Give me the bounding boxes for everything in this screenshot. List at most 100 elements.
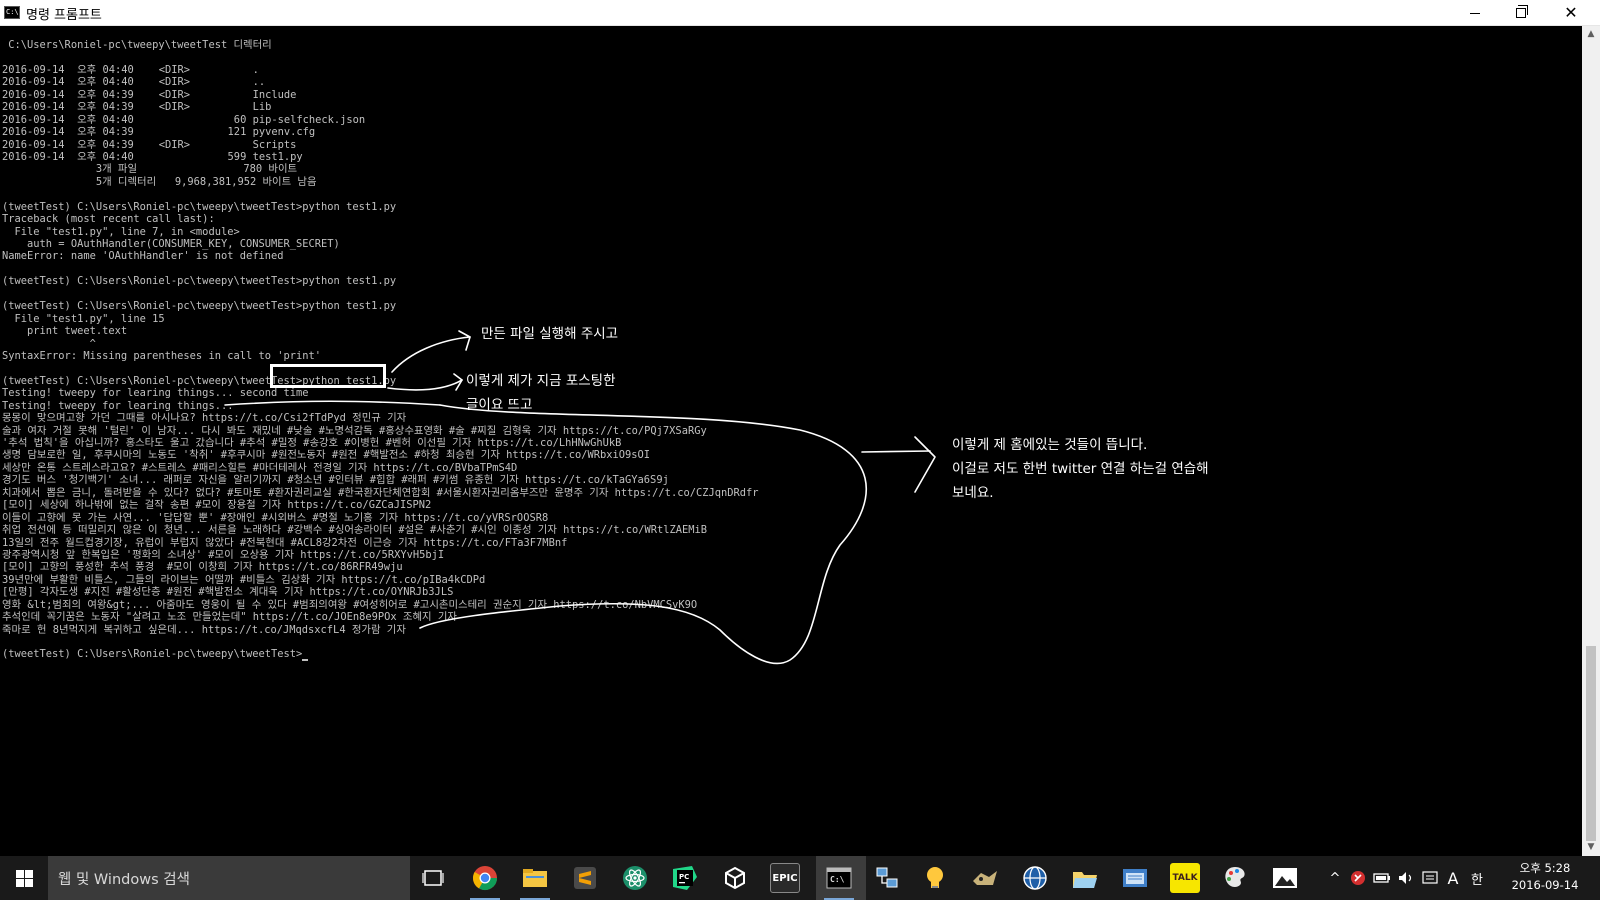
console-line: 생명 담보로한 일, 후쿠시마의 노동도 '착취' #후쿠시마 #원전노동자 #… (2, 449, 651, 462)
console-line: 13일의 전주 월드컵경기장, 유럽이 부럽지 않았다 #전북현대 #ACL8강… (2, 536, 568, 549)
text-cursor (302, 658, 309, 661)
console-line: 영화 &lt;범죄의 여왕&gt;... 아줌마도 영웅이 될 수 있다 #범죄… (2, 598, 698, 611)
folder-app-icon[interactable] (1070, 863, 1100, 893)
minimize-button[interactable] (1452, 0, 1498, 26)
console-line: 2016-09-14 오후 04:40 60 pip-selfcheck.jso… (2, 113, 366, 126)
input-language-indicator[interactable]: 한 (1466, 856, 1488, 900)
console-line: Testing! tweepy for learing things... se… (2, 387, 309, 400)
minimize-icon (1470, 12, 1480, 14)
taskbar: 웹 및 Windows 검색 PC EPIC C:\ TALK ^ A 한 오후… (0, 856, 1600, 900)
console-line: 5개 디렉터리 9,968,381,952 바이트 남음 (2, 175, 317, 188)
unity-icon[interactable] (720, 863, 750, 893)
photos-icon[interactable] (1270, 863, 1300, 893)
console-line: 2016-09-14 오후 04:40 599 test1.py (2, 150, 303, 163)
console-line: (tweetTest) C:\Users\Roniel-pc\tweepy\tw… (2, 275, 397, 288)
title-bar[interactable]: C:\ 명령 프롬프트 ✕ (0, 0, 1600, 26)
console-line: 죽마로 헌 8년먹지게 복귀하고 싶은데... https://t.co/JMq… (2, 623, 406, 636)
console-line: ^ (2, 337, 96, 350)
console-line: 2016-09-14 오후 04:39 <DIR> Include (2, 88, 297, 101)
console-line: 술과 여자 거절 못해 '털린' 이 남자... 다시 봐도 재밌네 #낮술 #… (2, 424, 707, 437)
globe-icon[interactable] (1020, 863, 1050, 893)
game-icon[interactable] (970, 863, 1000, 893)
scroll-thumb[interactable] (1586, 646, 1596, 841)
console-output[interactable]: C:\Users\Roniel-pc\tweepy\tweetTest 디렉터리… (0, 26, 1582, 856)
console-line: 추석인데 꼭기꿈은 노동자 "살려고 노조 만들었는데" https://t.c… (2, 611, 457, 624)
console-line: 2016-09-14 오후 04:39 <DIR> Lib (2, 101, 272, 114)
console-line: 3개 파일 780 바이트 (2, 163, 298, 176)
restore-icon (1516, 5, 1528, 18)
clock-date: 2016-09-14 (1511, 878, 1579, 892)
close-icon: ✕ (1564, 3, 1578, 22)
command-prompt-icon[interactable]: C:\ (824, 863, 854, 893)
console-line: (tweetTest) C:\Users\Roniel-pc\tweepy\tw… (2, 200, 397, 213)
console-lines: C:\Users\Roniel-pc\tweepy\tweetTest 디렉터리… (2, 39, 759, 661)
lightbulb-icon[interactable] (920, 863, 950, 893)
console-line: 세상만 온통 스트레스라고요? #스트레스 #패리스힐튼 #마더테레사 전경일 … (2, 461, 518, 474)
pycharm-icon[interactable]: PC (670, 863, 700, 893)
console-line: 2016-09-14 오후 04:39 121 pyvenv.cfg (2, 126, 316, 139)
console-line: 치과에서 뽑은 금니, 돌려받을 수 있다? 없다? #토마토 #환자권리교실 … (2, 486, 759, 499)
console-line: 2016-09-14 오후 04:40 <DIR> . (2, 63, 259, 76)
console-line: (tweetTest) C:\Users\Roniel-pc\tweepy\tw… (2, 648, 759, 661)
console-line: [만평] 각자도생 #지진 #활성단층 #원전 #핵발전소 계대욱 기자 htt… (2, 586, 454, 599)
console-line: C:\Users\Roniel-pc\tweepy\tweetTest 디렉터리 (2, 39, 272, 51)
clock-time: 오후 5:28 (1519, 861, 1571, 875)
scroll-up-icon[interactable]: ▲ (1582, 26, 1600, 43)
console-line: [모이] 세상에 하나밖에 없는 걸작 송편 #모이 장용철 기자 https:… (2, 499, 432, 512)
task-view-icon[interactable] (418, 863, 448, 893)
console-line: SyntaxError: Missing parentheses in call… (2, 349, 322, 362)
paint-icon[interactable] (1220, 863, 1250, 893)
vertical-scrollbar[interactable]: ▲ ▼ (1582, 26, 1600, 856)
console-line: print tweet.text (2, 325, 128, 338)
console-line: 39년만에 부활한 비틀스, 그들의 라이브는 어떨까 #비틀스 김상화 기자 … (2, 573, 486, 586)
maximize-button[interactable] (1498, 0, 1544, 26)
battery-icon[interactable] (1372, 856, 1392, 900)
console-line: 2016-09-14 오후 04:39 <DIR> Scripts (2, 138, 297, 151)
action-center-icon[interactable] (1420, 856, 1440, 900)
sublime-text-icon[interactable] (570, 863, 600, 893)
console-line: (tweetTest) C:\Users\Roniel-pc\tweepy\tw… (2, 374, 397, 387)
windows-logo-icon (15, 869, 33, 887)
console-line: File "test1.py", line 7, in <module> (2, 225, 240, 238)
network-icon[interactable] (872, 863, 902, 893)
console-line: 경기도 버스 '청기백기' 소녀... 래퍼로 자신을 알리기까지 #청소년 #… (2, 474, 669, 487)
svg-text:PC: PC (679, 873, 689, 881)
cmd-app-icon: C:\ (4, 6, 20, 19)
search-box[interactable]: 웹 및 Windows 검색 (48, 856, 410, 900)
console-line: 이들이 고향에 못 가는 사연... '답답할 뿐' #장애인 #시외버스 #명… (2, 511, 549, 524)
close-button[interactable]: ✕ (1548, 0, 1594, 26)
console-line: 2016-09-14 오후 04:40 <DIR> .. (2, 76, 266, 89)
kakaotalk-icon[interactable]: TALK (1170, 863, 1200, 893)
console-line: auth = OAuthHandler(CONSUMER_KEY, CONSUM… (2, 238, 340, 250)
console-line: [모이] 고향의 풍성한 추석 풍경 #모이 이창희 기자 https://t.… (2, 561, 403, 574)
console-line: (tweetTest) C:\Users\Roniel-pc\tweepy\tw… (2, 300, 397, 313)
console-line: 몽몽이 맞으며고향 가던 그때를 아시나요? https://t.co/Csi2… (2, 412, 407, 425)
file-explorer-icon[interactable] (520, 863, 550, 893)
taskbar-clock[interactable]: 오후 5:28 2016-09-14 (1500, 860, 1590, 894)
notepad-icon[interactable] (1120, 863, 1150, 893)
console-line: File "test1.py", line 15 (2, 312, 165, 325)
console-line: Testing! tweepy for learing things... (2, 399, 234, 412)
console-line: Traceback (most recent call last): (2, 213, 215, 226)
console-line: '추석 법칙'을 아십니까? 홍스타도 울고 갔습니다 #추석 #밀정 #송강호… (2, 437, 622, 449)
svg-text:C:\: C:\ (830, 875, 845, 884)
window-title: 명령 프롬프트 (26, 8, 102, 23)
show-hidden-icons-button[interactable]: ^ (1326, 856, 1344, 900)
scroll-down-icon[interactable]: ▼ (1582, 839, 1600, 856)
console-line: 취업 전선에 등 떠밀리지 않은 이 청년... 서른을 노래하다 #강백수 #… (2, 524, 708, 537)
start-button[interactable] (0, 856, 48, 900)
search-placeholder: 웹 및 Windows 검색 (58, 872, 190, 888)
ime-mode-indicator[interactable]: A (1444, 856, 1462, 900)
atom-icon[interactable] (620, 863, 650, 893)
epic-games-icon[interactable]: EPIC (770, 863, 800, 893)
volume-icon[interactable] (1396, 856, 1416, 900)
security-icon[interactable] (1348, 856, 1368, 900)
chrome-icon[interactable] (470, 863, 500, 893)
console-line: 광주광역시청 앞 한복입은 '평화의 소녀상' #모이 오상용 기자 https… (2, 548, 445, 561)
